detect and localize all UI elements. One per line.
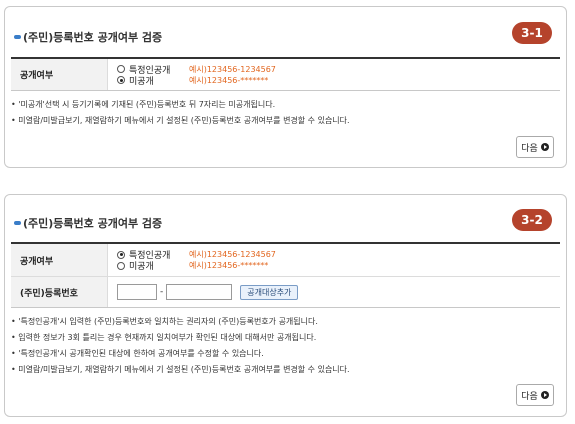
disclosure-row: 공개여부 특정인공개 예시)123456-1234567 미공개 예시)1234… [11,244,560,277]
note-item: • 입력한 정보가 3회 틀리는 경우 현재까지 일치여부가 확인된 대상에 대… [11,333,317,342]
note-item: • 미열람/미발급보기, 재열람하기 메뉴에서 기 설정된 (주민)등록번호 공… [11,116,350,125]
note-item: • 미열람/미발급보기, 재열람하기 메뉴에서 기 설정된 (주민)등록번호 공… [11,365,350,374]
radio-non-disclosure[interactable] [117,261,125,270]
add-disclosure-target-button[interactable]: 공개대상추가 [240,284,299,300]
panel-title-text: (주민)등록번호 공개여부 검증 [23,217,163,230]
registration-number-back-input[interactable] [166,284,233,300]
option-example: 예시)123456-1234567 [189,250,276,259]
note-item: • '특정인공개'시 공개확인된 대상에 한하여 공개여부를 수정할 수 있습니… [11,349,264,358]
radio-specific-disclosure[interactable] [117,65,125,73]
registration-number-row: (주민)등록번호 - 공개대상추가 [11,277,560,307]
panel-title: (주민)등록번호 공개여부 검증 [14,29,162,45]
disclosure-label: 공개여부 [11,59,108,90]
radio-non-disclosure[interactable] [117,76,125,84]
panel-title: (주민)등록번호 공개여부 검증 [14,215,162,231]
option-example: 예시)123456-******* [189,261,269,270]
next-button-label: 다음 [521,391,538,402]
verification-panel-step-2: (주민)등록번호 공개여부 검증 3-2 공개여부 특정인공개 예시)12345… [4,194,567,417]
option-non-disclosure[interactable]: 미공개 예시)123456-******* [117,75,560,87]
disclosure-row: 공개여부 특정인공개 예시)123456-1234567 미공개 예시)1234… [11,59,560,90]
registration-number-dash: - [160,287,164,297]
option-example: 예시)123456-******* [189,75,269,85]
next-button[interactable]: 다음 [516,384,554,406]
disclosure-form: 공개여부 특정인공개 예시)123456-1234567 미공개 예시)1234… [11,242,560,308]
step-badge: 3-1 [512,22,552,44]
next-button[interactable]: 다음 [516,136,554,158]
arrow-right-icon [540,391,549,399]
bullet-icon [14,221,21,225]
option-non-disclosure[interactable]: 미공개 예시)123456-******* [117,260,560,272]
disclosure-label: 공개여부 [11,244,108,276]
panel-title-text: (주민)등록번호 공개여부 검증 [23,31,163,44]
option-example: 예시)123456-1234567 [189,64,276,74]
note-item: • '미공개'선택 시 등기기록에 기재된 (주민)등록번호 뒤 7자리는 미공… [11,100,276,109]
registration-number-label: (주민)등록번호 [11,277,108,307]
registration-number-front-input[interactable] [117,284,157,300]
notes-list: • '특정인공개'시 입력한 (주민)등록번호와 일치하는 권리자의 (주민)등… [11,314,560,378]
arrow-right-icon [540,143,549,151]
next-button-label: 다음 [521,143,538,154]
radio-specific-disclosure[interactable] [117,250,125,259]
step-badge: 3-2 [512,209,552,231]
note-item: • '특정인공개'시 입력한 (주민)등록번호와 일치하는 권리자의 (주민)등… [11,317,318,326]
option-label: 미공개 [129,76,154,87]
disclosure-form: 공개여부 특정인공개 예시)123456-1234567 미공개 예시)1234… [11,57,560,91]
notes-list: • '미공개'선택 시 등기기록에 기재된 (주민)등록번호 뒤 7자리는 미공… [11,97,560,129]
verification-panel-step-1: (주민)등록번호 공개여부 검증 3-1 공개여부 특정인공개 예시)12345… [4,6,567,168]
option-label: 미공개 [129,262,154,272]
bullet-icon [14,35,21,39]
